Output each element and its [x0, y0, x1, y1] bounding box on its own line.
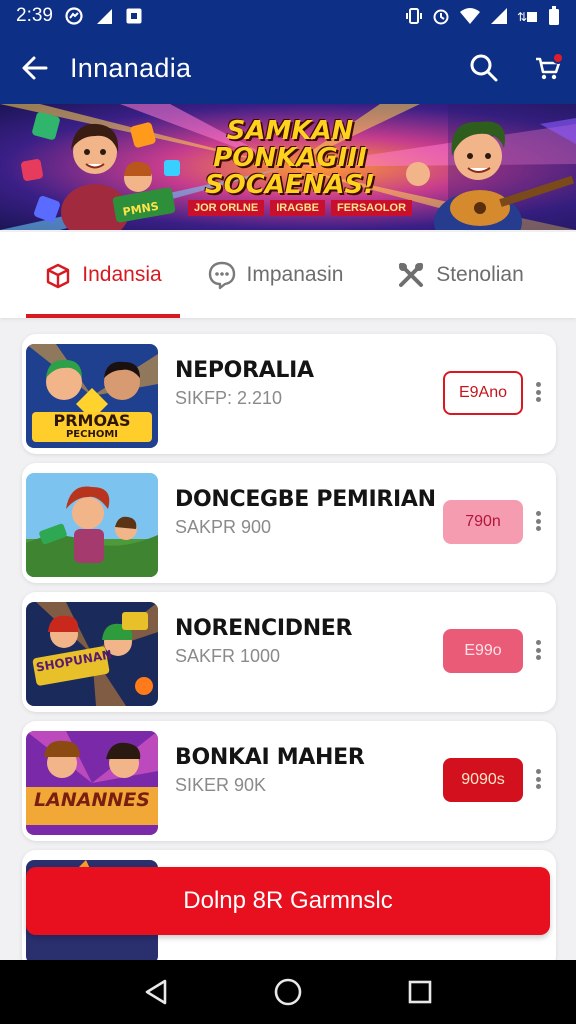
item-subtitle: SAKPR 900 [175, 517, 272, 537]
box-icon [47, 263, 70, 289]
banner-headline-line: SAMKAN [226, 116, 354, 146]
more-options-icon[interactable] [528, 636, 548, 664]
item-subtitle: SAKFR 1000 [175, 646, 281, 666]
screen: 2:39 ⇅ Innanadia PMNS SAMKAN PONKAGIII S… [0, 0, 576, 1024]
item-thumbnail: LANANNES [26, 731, 158, 835]
data-icon: ⇅ [517, 10, 537, 24]
nav-back-icon [145, 979, 167, 1005]
more-options-icon[interactable] [528, 378, 548, 406]
tab-bar: Indansia Impanasin Stenolian [0, 232, 576, 318]
active-tab-indicator [26, 314, 180, 318]
cell-signal-icon [491, 8, 507, 24]
more-options-icon[interactable] [528, 765, 548, 793]
search-button[interactable] [462, 46, 506, 90]
nav-home-icon [274, 978, 302, 1006]
list-item[interactable]: DONCEGBE PEMIRIAN SAKPR 900 790n [22, 463, 556, 583]
banner-tags: JOR ORLNE IRAGBE FERSAOLOR [188, 200, 413, 216]
price-button[interactable]: E9Ano [443, 371, 523, 415]
tab-label: Impanasin [246, 263, 344, 286]
back-arrow-icon [22, 56, 48, 80]
status-time: 2:39 [16, 5, 53, 26]
vibrate-icon [406, 8, 422, 24]
item-thumbnail [26, 473, 158, 577]
item-thumbnail: SHOPUNAN [26, 602, 158, 706]
cta-button[interactable]: Dolnp 8R Garmnslc [26, 867, 550, 935]
svg-text:⇅: ⇅ [517, 10, 527, 24]
thumbnail-title: LANANNES [34, 789, 150, 811]
nav-back-button[interactable] [136, 972, 176, 1012]
item-name: NORENCIDNER [175, 616, 353, 641]
item-name: DONCEGBE PEMIRIAN [175, 487, 436, 512]
banner-tag: FERSAOLOR [330, 200, 413, 216]
cart-badge [552, 52, 564, 64]
item-name: NEPORALIA [175, 358, 314, 383]
battery-icon [549, 6, 559, 25]
status-bar: 2:39 ⇅ [0, 0, 576, 32]
thumbnail-subtitle: PECHOMI [65, 429, 119, 440]
search-icon [470, 54, 498, 82]
list-item[interactable]: LANANNES BONKAI MAHER SIKER 90K 9090s [22, 721, 556, 841]
messenger-icon [65, 7, 83, 25]
list-item[interactable]: SHOPUNAN NORENCIDNER SAKFR 1000 E99o [22, 592, 556, 712]
tab-label: Indansia [82, 263, 162, 286]
item-thumbnail: PRMOAS PECHOMI [26, 344, 158, 448]
banner-headline-line: SOCAENAS! [204, 170, 376, 200]
chat-icon [208, 261, 235, 290]
tab-label: Stenolian [436, 263, 524, 286]
nav-recents-icon [408, 980, 432, 1004]
price-button[interactable]: E99o [443, 629, 523, 673]
banner-headline: SAMKAN PONKAGIII SOCAENAS! [200, 118, 380, 199]
banner-tag: IRAGBE [270, 200, 325, 216]
item-subtitle: SIKFP: 2.210 [175, 388, 283, 408]
app-bar: Innanadia [0, 32, 576, 104]
tab-impanasin[interactable]: Impanasin [180, 232, 370, 318]
alarm-icon [433, 9, 449, 25]
tab-stenolian[interactable]: Stenolian [370, 232, 550, 318]
wifi-icon [460, 8, 480, 24]
price-button[interactable]: 790n [443, 500, 523, 544]
item-subtitle: SIKER 90K [175, 775, 267, 795]
list-item[interactable]: PRMOAS PECHOMI NEPORALIA SIKFP: 2.210 E9… [22, 334, 556, 454]
banner-tag: JOR ORLNE [188, 200, 265, 216]
system-nav-bar [0, 960, 576, 1024]
tab-indansia[interactable]: Indansia [0, 232, 180, 318]
notification-icon [126, 8, 142, 24]
more-options-icon[interactable] [528, 507, 548, 535]
nav-recents-button[interactable] [400, 972, 440, 1012]
price-button[interactable]: 9090s [443, 758, 523, 802]
item-name: BONKAI MAHER [175, 745, 365, 770]
signal-icon [96, 9, 112, 24]
page-title: Innanadia [70, 52, 192, 83]
banner-headline-line: PONKAGIII [213, 143, 367, 173]
nav-home-button[interactable] [268, 972, 308, 1012]
cart-button[interactable] [526, 46, 570, 90]
back-button[interactable] [0, 32, 70, 104]
promo-banner[interactable]: PMNS SAMKAN PONKAGIII SOCAENAS! JOR ORLN… [0, 104, 576, 230]
tools-icon [399, 263, 424, 287]
thumbnail-title: PRMOAS [53, 411, 131, 430]
